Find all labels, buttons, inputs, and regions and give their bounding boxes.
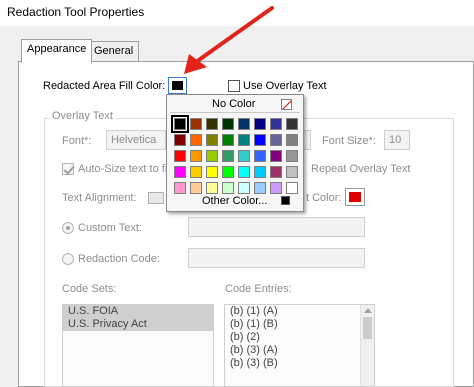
code-entries-label: Code Entries: xyxy=(225,283,292,295)
list-item[interactable]: (b) (2) xyxy=(225,331,374,344)
tab-general-label: General xyxy=(94,45,134,57)
other-color-swatch xyxy=(281,196,290,205)
custom-text-input[interactable] xyxy=(188,217,365,237)
overlay-text-group-label: Overlay Text xyxy=(50,110,115,122)
redaction-code-label: Redaction Code: xyxy=(78,253,160,265)
color-swatch-cell[interactable] xyxy=(190,166,202,178)
color-swatch-cell[interactable] xyxy=(174,150,186,162)
color-swatch-cell[interactable] xyxy=(206,166,218,178)
custom-text-label: Custom Text: xyxy=(78,222,142,234)
fill-color-swatch xyxy=(172,81,183,90)
text-color-button[interactable] xyxy=(345,188,365,206)
text-alignment-label: Text Alignment: xyxy=(62,192,137,204)
color-swatch-cell[interactable] xyxy=(286,166,298,178)
font-select-tail xyxy=(303,130,311,150)
text-color-swatch xyxy=(349,192,361,202)
color-swatch-cell[interactable] xyxy=(238,150,250,162)
color-swatch-cell[interactable] xyxy=(190,118,202,130)
color-swatch-cell[interactable] xyxy=(190,150,202,162)
popup-divider xyxy=(170,112,300,113)
color-swatch-cell[interactable] xyxy=(206,134,218,146)
color-swatch-cell[interactable] xyxy=(206,182,218,194)
color-swatch-cell[interactable] xyxy=(190,134,202,146)
color-picker-popup: No Color Other Color... xyxy=(166,94,304,212)
color-swatch-cell[interactable] xyxy=(254,118,266,130)
color-swatch-cell[interactable] xyxy=(270,182,282,194)
color-swatch-cell[interactable] xyxy=(171,115,189,133)
color-swatch-cell[interactable] xyxy=(238,182,250,194)
color-swatch-cell[interactable] xyxy=(254,150,266,162)
color-swatch-cell[interactable] xyxy=(286,118,298,130)
color-swatch-cell[interactable] xyxy=(222,150,234,162)
color-swatch-cell[interactable] xyxy=(238,118,250,130)
font-select-value: Helvetica xyxy=(111,134,157,146)
color-grid xyxy=(171,115,300,194)
color-swatch-cell[interactable] xyxy=(238,134,250,146)
code-sets-list[interactable]: U.S. FOIA U.S. Privacy Act xyxy=(62,304,214,387)
list-item[interactable]: U.S. Privacy Act xyxy=(63,318,213,331)
color-swatch-cell[interactable] xyxy=(286,182,298,194)
color-swatch-cell[interactable] xyxy=(286,134,298,146)
align-left-icon[interactable] xyxy=(148,192,164,204)
color-swatch-cell[interactable] xyxy=(254,182,266,194)
color-swatch-cell[interactable] xyxy=(270,118,282,130)
use-overlay-text-checkbox[interactable] xyxy=(228,80,240,92)
scroll-up-icon[interactable] xyxy=(364,308,372,313)
color-swatch-cell[interactable] xyxy=(270,166,282,178)
tab-appearance-label: Appearance xyxy=(27,43,87,55)
color-swatch-cell[interactable] xyxy=(286,150,298,162)
use-overlay-text-label: Use Overlay Text xyxy=(243,80,327,92)
other-color-option[interactable]: Other Color... xyxy=(202,195,267,207)
auto-size-label: Auto-Size text to fit xyxy=(78,163,171,175)
color-swatch-cell[interactable] xyxy=(190,182,202,194)
no-color-option[interactable]: No Color xyxy=(212,98,255,110)
color-swatch-cell[interactable] xyxy=(174,134,186,146)
code-entries-list[interactable]: (b) (1) (A) (b) (1) (B) (b) (2) (b) (3) … xyxy=(224,304,375,387)
fill-color-label: Redacted Area Fill Color: xyxy=(43,80,166,92)
list-item[interactable]: (b) (1) (A) xyxy=(225,305,374,318)
color-swatch-cell[interactable] xyxy=(222,182,234,194)
tab-general[interactable]: General xyxy=(88,41,140,62)
code-entries-scrollbar[interactable] xyxy=(360,305,374,386)
redaction-code-radio[interactable] xyxy=(62,253,74,265)
redaction-code-input[interactable] xyxy=(188,248,365,268)
auto-size-checkbox[interactable] xyxy=(62,163,74,175)
font-size-value: 10 xyxy=(389,134,402,146)
font-size-label: Font Size*: xyxy=(322,135,376,147)
scroll-thumb[interactable] xyxy=(363,317,372,339)
color-swatch-cell[interactable] xyxy=(206,150,218,162)
no-color-icon xyxy=(281,99,292,110)
fill-color-button[interactable] xyxy=(168,77,187,94)
font-size-field[interactable]: 10 xyxy=(384,130,410,150)
repeat-overlay-label: Repeat Overlay Text xyxy=(311,163,411,175)
color-swatch-cell[interactable] xyxy=(238,166,250,178)
list-item[interactable]: (b) (3) (A) xyxy=(225,344,374,357)
list-item[interactable]: (b) (3) (B) xyxy=(225,357,374,370)
color-swatch-cell[interactable] xyxy=(254,166,266,178)
custom-text-radio[interactable] xyxy=(62,222,74,234)
color-swatch-cell[interactable] xyxy=(270,150,282,162)
color-swatch-cell[interactable] xyxy=(222,166,234,178)
color-swatch-cell[interactable] xyxy=(254,134,266,146)
list-item[interactable]: (b) (1) (B) xyxy=(225,318,374,331)
tab-appearance[interactable]: Appearance xyxy=(21,39,93,63)
title-bar: Redaction Tool Properties xyxy=(0,0,474,26)
font-label: Font*: xyxy=(62,135,92,147)
color-swatch-cell[interactable] xyxy=(222,118,234,130)
font-select[interactable]: Helvetica xyxy=(106,130,166,150)
color-swatch-cell[interactable] xyxy=(270,134,282,146)
color-swatch-cell[interactable] xyxy=(206,118,218,130)
window-title: Redaction Tool Properties xyxy=(7,5,145,19)
color-swatch-cell[interactable] xyxy=(222,134,234,146)
list-item[interactable]: U.S. FOIA xyxy=(63,305,213,318)
color-swatch-cell[interactable] xyxy=(174,182,186,194)
color-swatch-cell[interactable] xyxy=(174,166,186,178)
code-sets-label: Code Sets: xyxy=(62,283,117,295)
text-color-label: t Color: xyxy=(306,192,342,204)
